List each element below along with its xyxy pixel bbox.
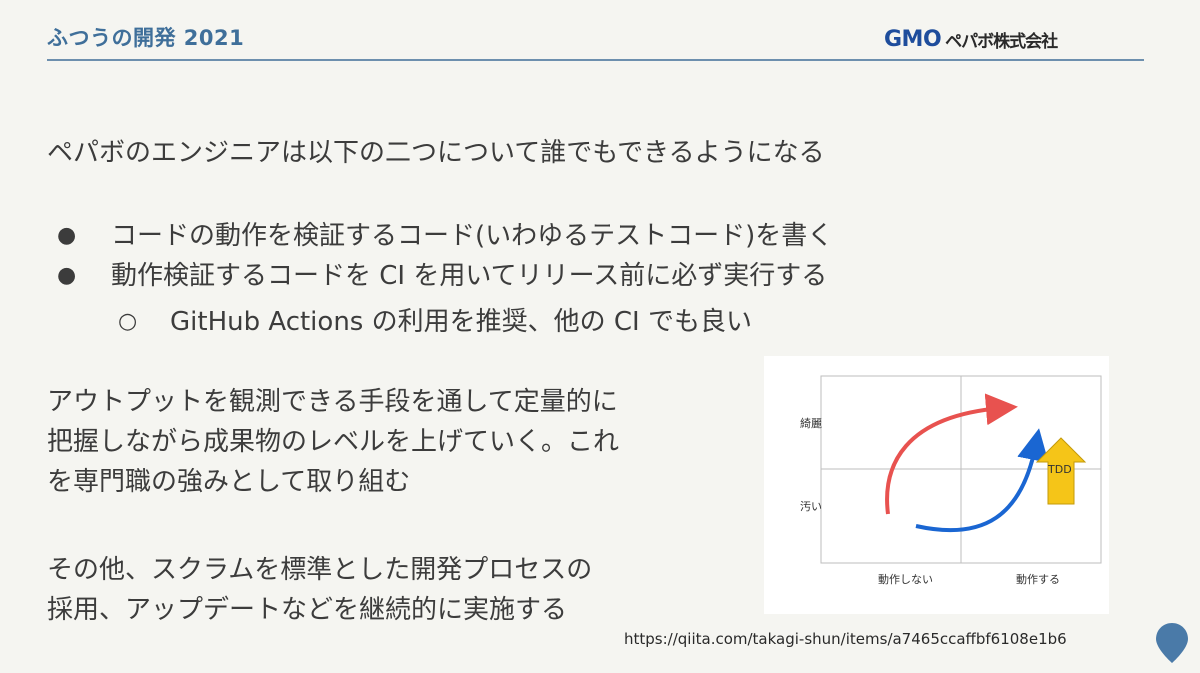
header-divider <box>47 59 1144 61</box>
paragraph-line: その他、スクラムを標準とした開発プロセスの <box>47 555 593 585</box>
tdd-arrow-icon: TDD <box>1035 437 1087 505</box>
paragraph-scrum: その他、スクラムを標準とした開発プロセスの 採用、アップデートなどを継続的に実施… <box>47 550 592 630</box>
bullet-circle-icon: ○ <box>118 309 138 334</box>
quadrant-figure: 綺麗 汚い 動作しない 動作する TDD <box>764 356 1109 614</box>
source-url[interactable]: https://qiita.com/takagi-shun/items/a746… <box>624 630 1067 648</box>
x-label-working: 動作する <box>1016 572 1060 586</box>
tdd-label: TDD <box>1047 463 1072 476</box>
slide-title: ふつうの開発 2021 <box>47 26 245 50</box>
y-label-dirty: 汚い <box>800 500 822 513</box>
bullet-item: ● 動作検証するコードを CI を用いてリリース前に必ず実行する <box>57 256 827 296</box>
logo-gmo-text: GMO <box>884 26 942 52</box>
bullet-text: 動作検証するコードを CI を用いてリリース前に必ず実行する <box>111 261 828 291</box>
blue-arrow-icon <box>915 428 1049 533</box>
bullet-item: ● コードの動作を検証するコード(いわゆるテストコード)を書く <box>57 216 833 256</box>
bullet-dot-icon: ● <box>57 223 77 248</box>
y-label-clean: 綺麗 <box>800 417 822 430</box>
paragraph-line: 採用、アップデートなどを継続的に実施する <box>47 595 568 625</box>
paragraph-observation: アウトプットを観測できる手段を通して定量的に 把握しながら成果物のレベルを上げて… <box>47 382 619 502</box>
company-logo: GMO ペパボ株式会社 <box>884 26 1144 52</box>
sub-bullet-text: GitHub Actions の利用を推奨、他の CI でも良い <box>170 307 752 337</box>
intro-text: ペパボのエンジニアは以下の二つについて誰でもできるようになる <box>47 138 825 168</box>
x-label-not-working: 動作しない <box>878 572 933 586</box>
paragraph-line: を専門職の強みとして取り組む <box>47 467 411 497</box>
logo-company-text: ペパボ株式会社 <box>945 31 1058 52</box>
bullet-dot-icon: ● <box>57 263 77 288</box>
paragraph-line: 把握しながら成果物のレベルを上げていく。これ <box>47 427 620 457</box>
quadrant-diagram: 綺麗 汚い 動作しない 動作する TDD <box>800 375 1102 586</box>
paragraph-line: アウトプットを観測できる手段を通して定量的に <box>47 387 618 417</box>
location-pin-icon <box>1156 623 1188 663</box>
sub-bullet-item: ○ GitHub Actions の利用を推奨、他の CI でも良い <box>118 302 752 342</box>
bullet-text: コードの動作を検証するコード(いわゆるテストコード)を書く <box>111 221 834 251</box>
red-arrow-icon <box>885 393 1018 515</box>
